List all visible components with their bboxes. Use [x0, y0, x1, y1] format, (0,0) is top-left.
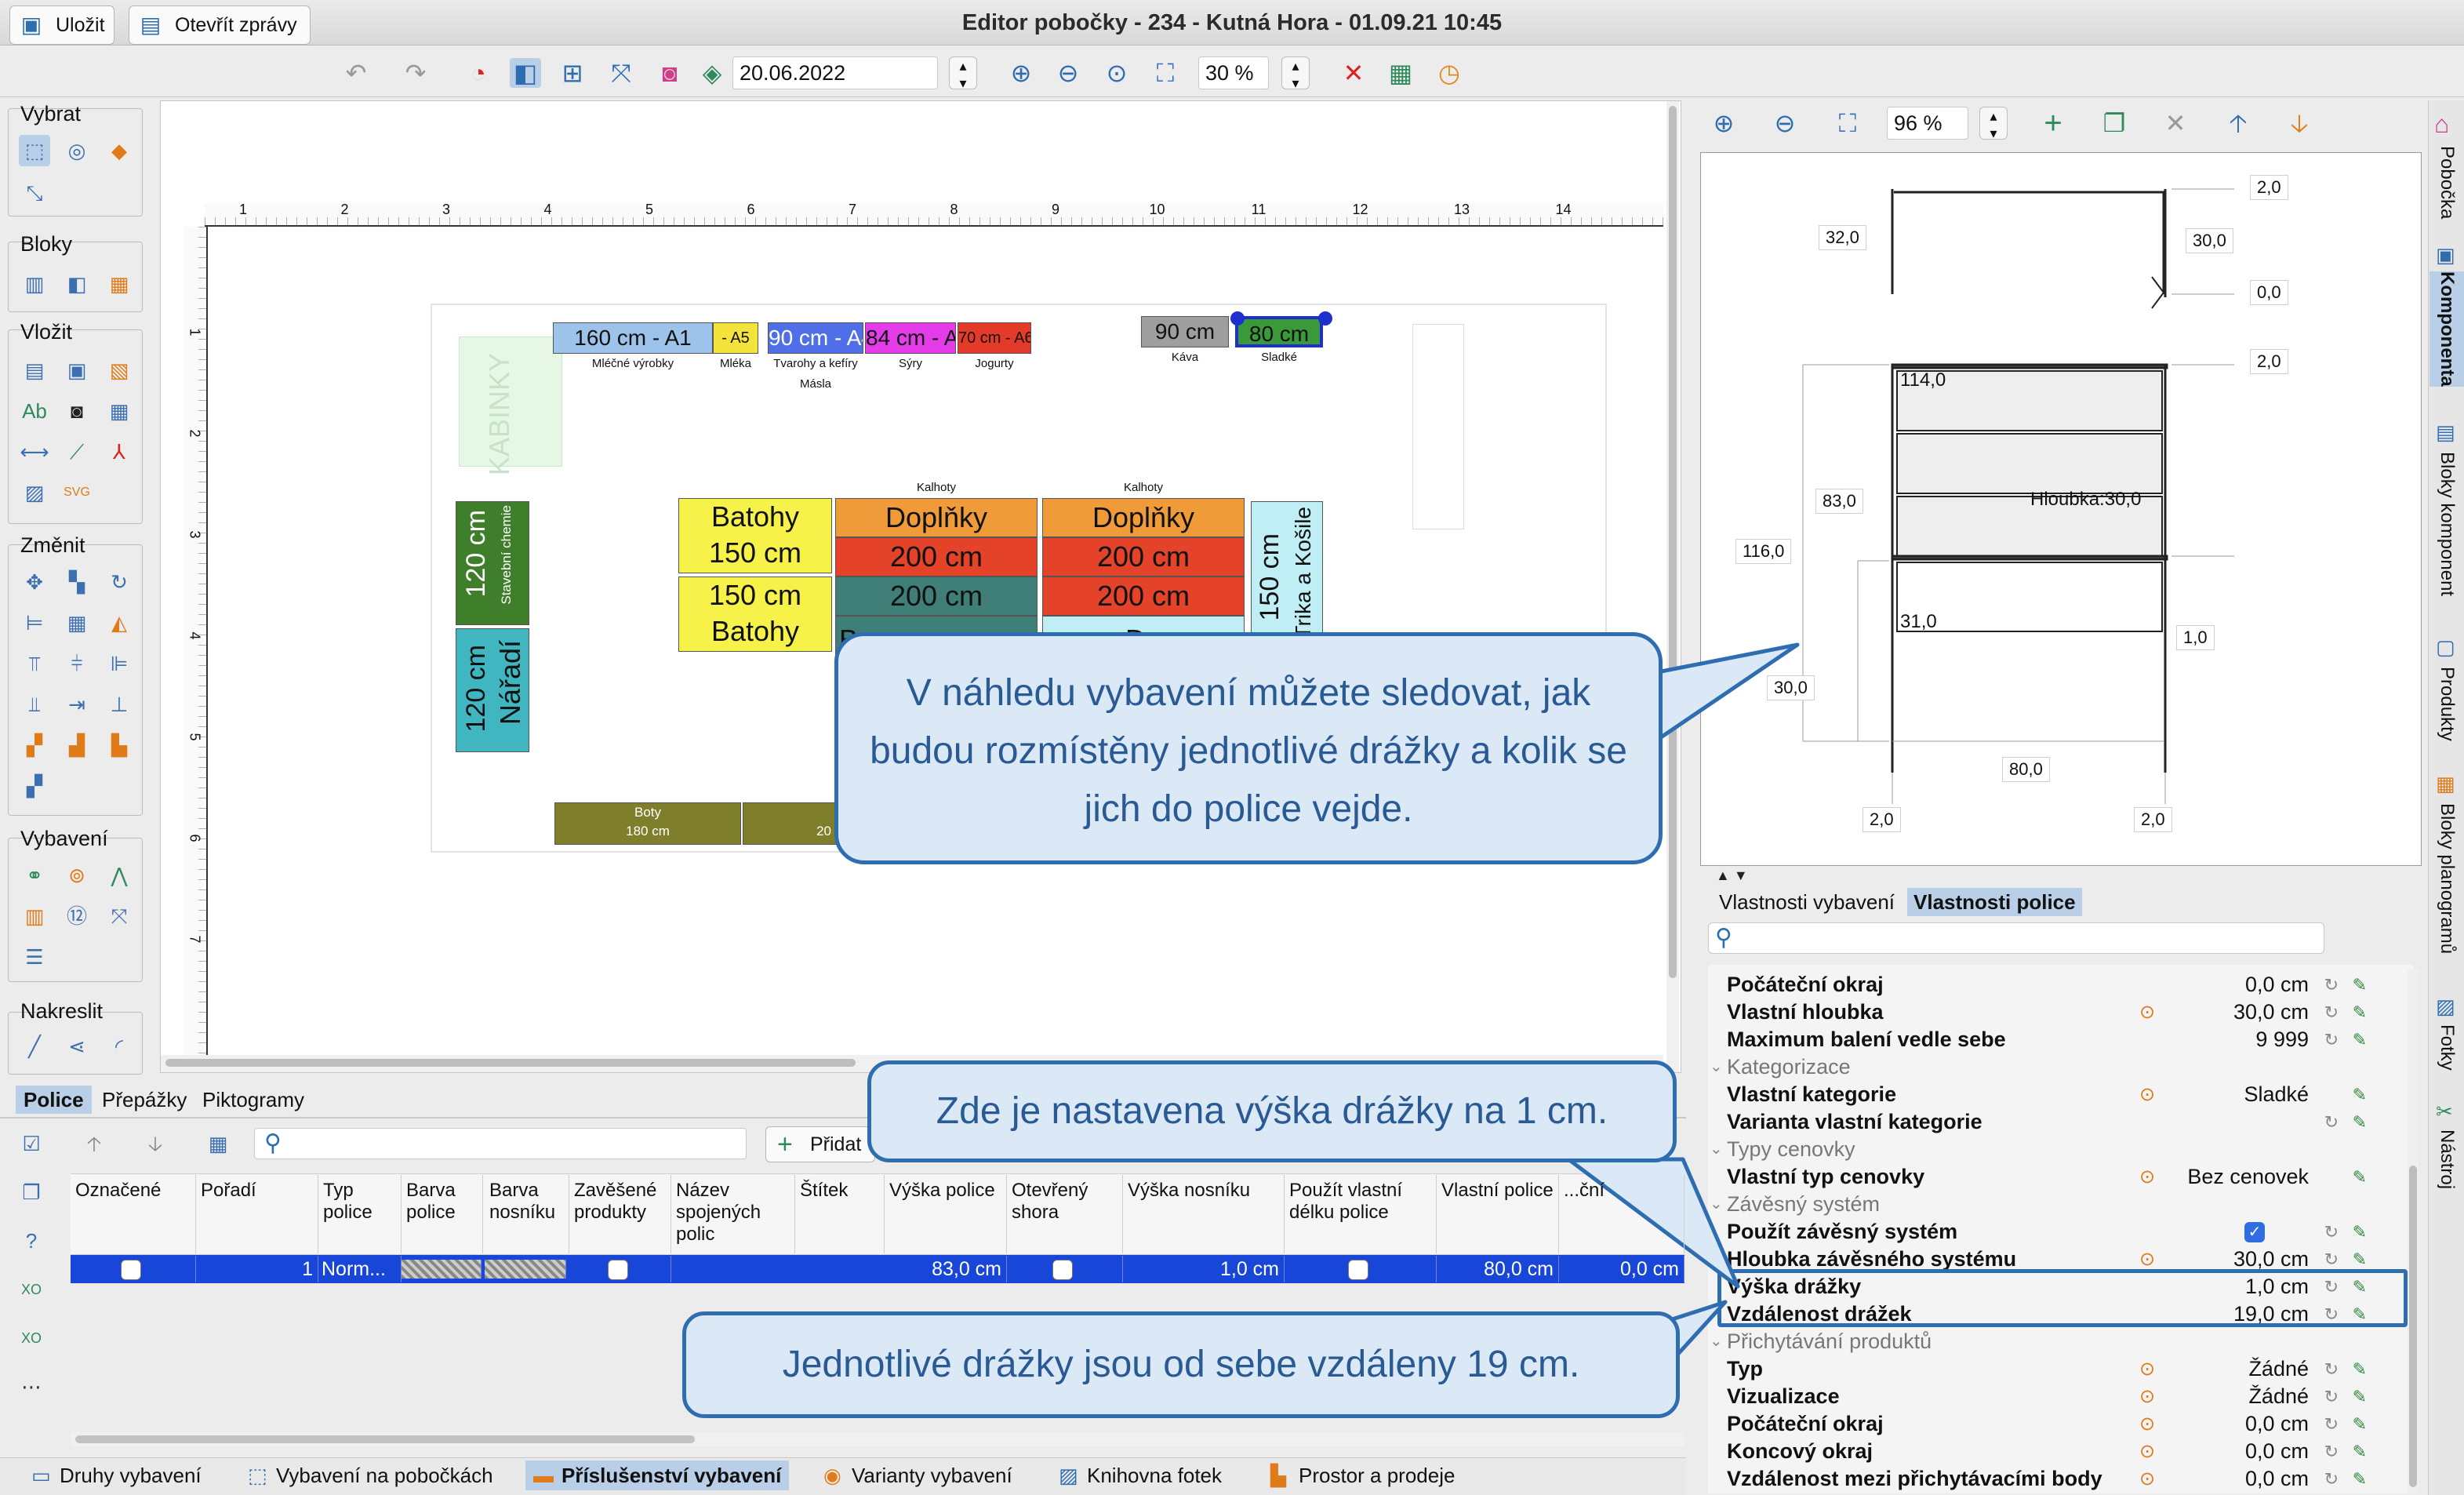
column-header[interactable]: Štítek [795, 1175, 885, 1253]
column-header[interactable]: Vlastní police [1437, 1175, 1559, 1253]
column-header[interactable]: Zavěšené produkty [569, 1175, 671, 1253]
column-header[interactable]: Výška nosníku [1123, 1175, 1285, 1253]
column-header[interactable]: Barva nosníku [485, 1175, 569, 1253]
callout-distance: Jednotlivé drážky jsou od sebe vzdáleny … [682, 1311, 1680, 1418]
column-header[interactable]: Název spojených polic [671, 1175, 795, 1253]
column-header[interactable]: ...ční [1559, 1175, 1684, 1253]
callout-height: Zde je nastavena výška drážky na 1 cm. [867, 1060, 1677, 1162]
column-header[interactable]: Pořadí [196, 1175, 318, 1253]
column-header[interactable]: Otevřený shora [1007, 1175, 1123, 1253]
callout-preview: V náhledu vybavení můžete sledovat, jak … [834, 632, 1663, 864]
column-header[interactable]: Označené [71, 1175, 196, 1253]
column-header[interactable]: Typ police [318, 1175, 402, 1253]
column-header[interactable]: Použít vlastní délku police [1285, 1175, 1437, 1253]
column-header[interactable]: Výška police [885, 1175, 1007, 1253]
column-header[interactable]: Barva police [402, 1175, 483, 1253]
